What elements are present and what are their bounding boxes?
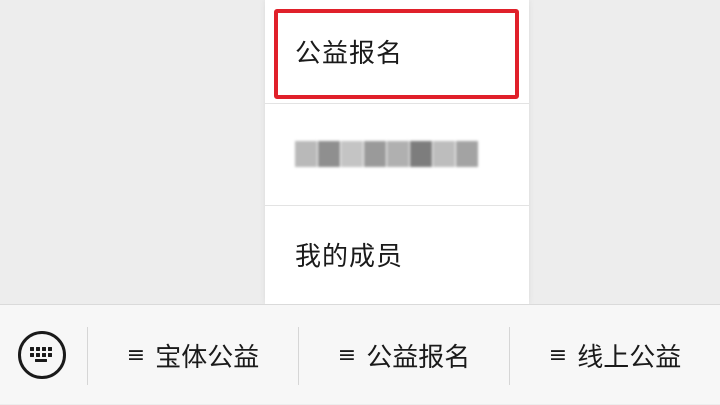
menu-item-public-welfare-signup[interactable]: 公益报名	[265, 0, 529, 103]
popup-menu: 公益报名 我的成员	[265, 0, 529, 304]
tab-label: 公益报名	[366, 342, 471, 373]
blurred-label	[295, 141, 479, 167]
menu-item-label: 公益报名	[295, 39, 404, 69]
menu-item-label: 我的成员	[295, 242, 404, 272]
menu-lines-icon: ≡	[548, 342, 568, 368]
menu-item-my-members[interactable]: 我的成员	[265, 205, 529, 304]
menu-lines-icon: ≡	[126, 342, 146, 368]
tab-public-welfare-signup[interactable]: ≡ 公益报名	[299, 305, 509, 405]
keyboard-icon	[30, 347, 52, 362]
tab-baoti-public-welfare[interactable]: ≡ 宝体公益	[88, 305, 298, 405]
bottom-menu-bar: ≡ 宝体公益 ≡ 公益报名 ≡ 线上公益	[0, 304, 720, 404]
tab-label: 宝体公益	[155, 342, 260, 373]
menu-item-obscured[interactable]	[265, 103, 529, 205]
keyboard-toggle-button[interactable]	[18, 331, 66, 379]
tab-online-public-welfare[interactable]: ≡ 线上公益	[510, 305, 720, 405]
menu-lines-icon: ≡	[337, 342, 357, 368]
tab-label: 线上公益	[577, 342, 682, 373]
